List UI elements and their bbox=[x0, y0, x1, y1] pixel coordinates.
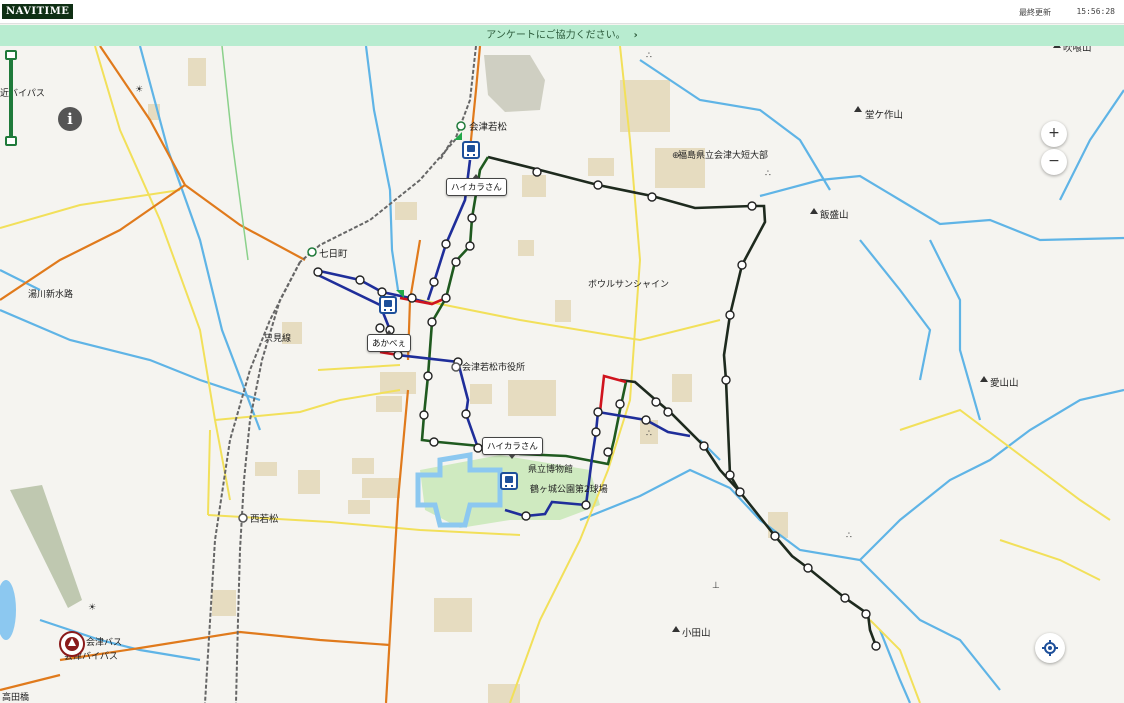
label-dogasakuyama: 堂ケ作山 bbox=[865, 109, 903, 121]
label-fukushima-kenritsu: 福島県立会津大短大部 bbox=[678, 149, 768, 161]
label-nishiwakamatsu: 西若松 bbox=[250, 513, 279, 525]
bus-label-bubble[interactable]: ハイカラさん bbox=[482, 437, 543, 459]
svg-text:∴: ∴ bbox=[765, 169, 771, 179]
chevron-right-icon: › bbox=[633, 30, 638, 41]
label-kenritsu-hakubutsukan: 県立博物館 bbox=[528, 463, 573, 475]
label-aizuwakamatsu: 会津若松 bbox=[469, 121, 508, 133]
zoom-slider-handle-top[interactable] bbox=[5, 50, 17, 60]
label-iimoriyama: 飯盛山 bbox=[820, 209, 849, 221]
zoom-slider-handle-bottom[interactable] bbox=[5, 136, 17, 146]
label-kengyoyama: 愛山山 bbox=[990, 377, 1019, 389]
last-updated-time: 15:56:28 bbox=[1076, 7, 1115, 16]
label-odayama: 小田山 bbox=[682, 628, 711, 639]
label-takadahashi: 高田橋 bbox=[2, 691, 29, 703]
info-icon[interactable]: i bbox=[58, 107, 82, 131]
label-aizu-bus: 会津バス bbox=[86, 636, 122, 648]
label-shiyakusho: 会津若松市役所 bbox=[462, 361, 525, 373]
locate-button[interactable] bbox=[1035, 633, 1065, 663]
bus-label-bubble[interactable]: あかべぇ bbox=[367, 330, 412, 352]
svg-text:⊥: ⊥ bbox=[712, 581, 720, 591]
locate-icon bbox=[1042, 640, 1058, 656]
zoom-in-button[interactable]: + bbox=[1041, 121, 1067, 147]
label-yugawa-shinsuiro: 湯川新水路 bbox=[28, 288, 73, 300]
svg-text:∴: ∴ bbox=[846, 531, 852, 541]
zoom-out-button[interactable]: − bbox=[1041, 149, 1067, 175]
navitime-bus-map-app: NAVITIME 最終更新 15:56:28 アンケートにご協力ください。 › bbox=[0, 0, 1124, 703]
svg-text:∴: ∴ bbox=[646, 51, 652, 61]
label-nanokamachi: 七日町 bbox=[319, 249, 348, 260]
navitime-logo[interactable]: NAVITIME bbox=[2, 4, 74, 19]
label-top-right: 吹喰山 bbox=[1063, 46, 1092, 54]
survey-text: アンケートにご協力ください。 bbox=[486, 30, 626, 41]
zoom-slider[interactable] bbox=[5, 50, 17, 146]
svg-text:∴: ∴ bbox=[646, 429, 652, 439]
zoom-slider-track[interactable] bbox=[9, 56, 13, 140]
label-tsurugajo: 鶴ヶ城公園第2球場 bbox=[530, 483, 608, 495]
bus-vehicle-icon[interactable] bbox=[500, 472, 518, 490]
top-header: NAVITIME 最終更新 15:56:28 bbox=[0, 0, 1124, 24]
last-updated-label: 最終更新 bbox=[1019, 8, 1051, 17]
svg-text:☀: ☀ bbox=[88, 603, 96, 613]
bus-vehicle-icon[interactable] bbox=[379, 296, 397, 314]
svg-text:☀: ☀ bbox=[135, 85, 143, 95]
label-bowl: ボウルサンシャイン bbox=[588, 279, 669, 290]
bus-label-bubble[interactable]: ハイカラさん bbox=[446, 174, 507, 196]
map-canvas[interactable]: ☀ ☀ ∴ ∴ ∴ ∴ ⊥ ⊕ 会津若松 七日町 西若松 会津若松市役所 県立博… bbox=[0, 46, 1124, 703]
bus-vehicle-icon[interactable] bbox=[462, 141, 480, 159]
label-tadami-line: 只見線 bbox=[264, 332, 291, 344]
survey-banner[interactable]: アンケートにご協力ください。 › bbox=[0, 25, 1124, 46]
aizu-bus-icon[interactable] bbox=[59, 631, 85, 657]
